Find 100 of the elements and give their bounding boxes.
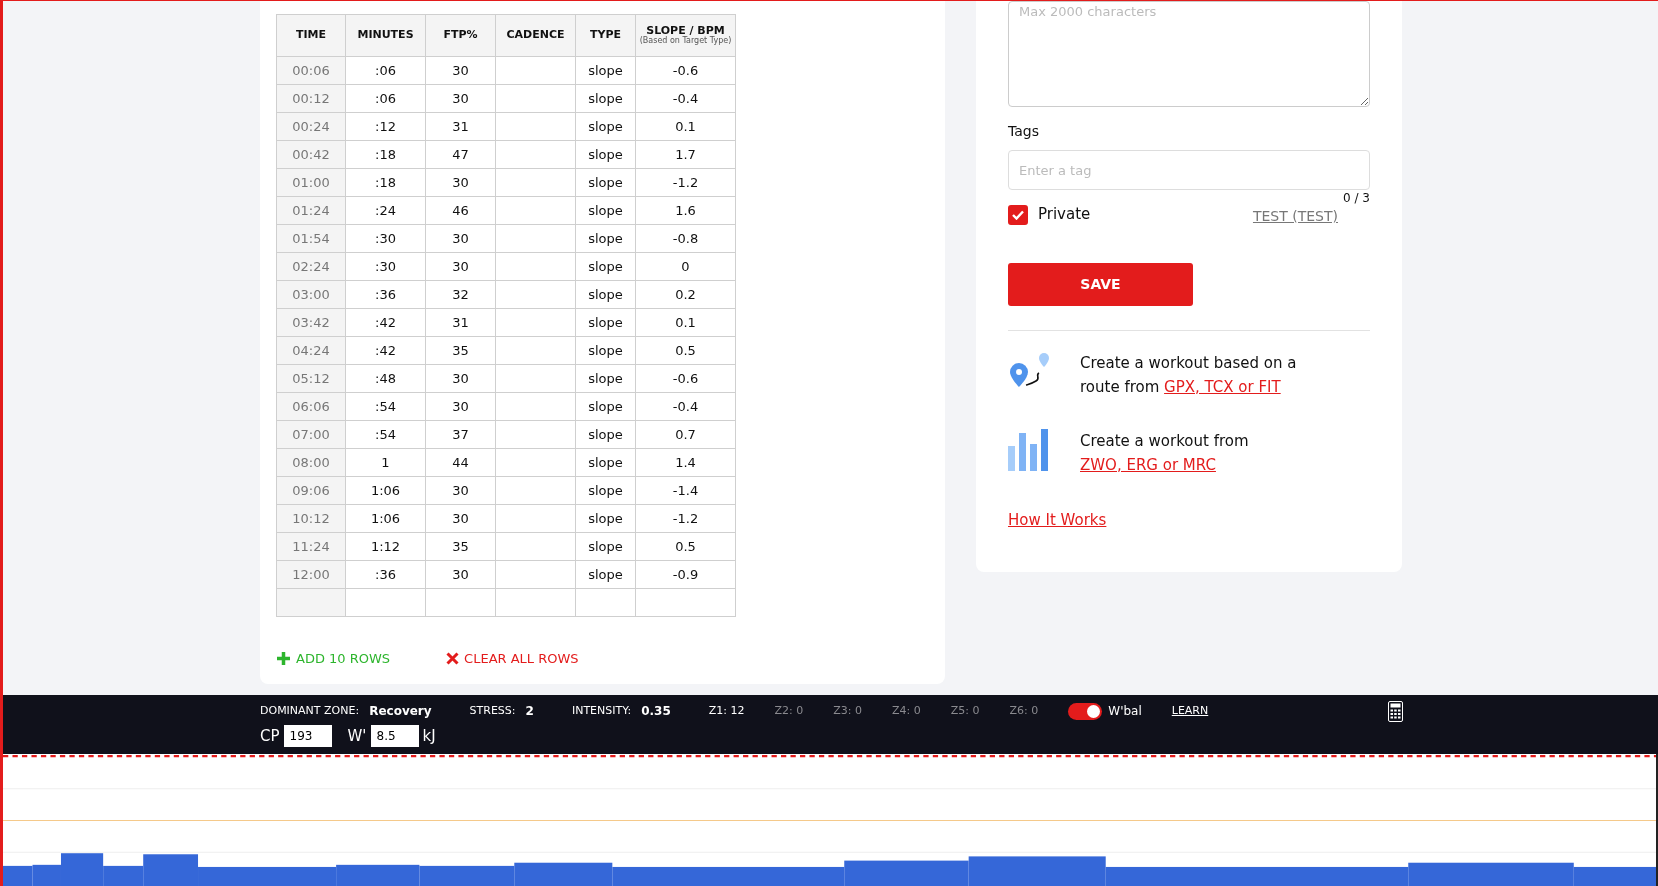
- table-cell[interactable]: :54: [345, 420, 426, 449]
- how-it-works-link[interactable]: How It Works: [1008, 509, 1107, 532]
- table-cell[interactable]: 30: [425, 224, 496, 253]
- table-cell[interactable]: 30: [425, 364, 496, 393]
- table-cell[interactable]: 0.7: [635, 420, 736, 449]
- table-cell[interactable]: slope: [575, 112, 636, 141]
- table-cell[interactable]: 1:06: [345, 476, 426, 505]
- table-cell[interactable]: slope: [575, 56, 636, 85]
- table-cell[interactable]: [495, 560, 576, 589]
- table-cell[interactable]: 44: [425, 448, 496, 477]
- table-cell[interactable]: slope: [575, 196, 636, 225]
- table-cell[interactable]: :42: [345, 308, 426, 337]
- table-cell[interactable]: [495, 140, 576, 169]
- table-cell[interactable]: [495, 364, 576, 393]
- table-cell[interactable]: [495, 280, 576, 309]
- table-cell[interactable]: 32: [425, 280, 496, 309]
- tag-field[interactable]: Enter a tag: [1008, 150, 1370, 190]
- table-cell[interactable]: -1.4: [635, 476, 736, 505]
- table-cell[interactable]: :42: [345, 336, 426, 365]
- table-cell[interactable]: 30: [425, 56, 496, 85]
- table-cell[interactable]: 0.1: [635, 112, 736, 141]
- table-cell[interactable]: 31: [425, 112, 496, 141]
- table-cell[interactable]: 1.6: [635, 196, 736, 225]
- import-link[interactable]: ZWO, ERG or MRC: [1080, 456, 1216, 474]
- wprime-field[interactable]: 8.5: [370, 725, 419, 748]
- author-link[interactable]: TEST (TEST): [1252, 206, 1338, 227]
- table-cell[interactable]: slope: [575, 84, 636, 113]
- table-cell[interactable]: slope: [575, 168, 636, 197]
- table-cell[interactable]: 0.5: [635, 532, 736, 561]
- table-cell[interactable]: [495, 224, 576, 253]
- table-cell[interactable]: [495, 420, 576, 449]
- table-cell[interactable]: -0.6: [635, 364, 736, 393]
- table-cell[interactable]: -0.8: [635, 224, 736, 253]
- table-cell[interactable]: 30: [425, 504, 496, 533]
- table-cell[interactable]: :48: [345, 364, 426, 393]
- table-cell[interactable]: [495, 84, 576, 113]
- table-cell[interactable]: 31: [425, 308, 496, 337]
- table-cell[interactable]: 30: [425, 84, 496, 113]
- table-cell[interactable]: slope: [575, 140, 636, 169]
- table-cell[interactable]: -0.4: [635, 392, 736, 421]
- table-cell[interactable]: slope: [575, 448, 636, 477]
- wbal-toggle[interactable]: [1068, 702, 1103, 720]
- table-cell[interactable]: 1:12: [345, 532, 426, 561]
- table-cell[interactable]: [495, 588, 576, 617]
- table-cell[interactable]: [635, 588, 736, 617]
- table-cell[interactable]: [495, 308, 576, 337]
- table-cell[interactable]: slope: [575, 420, 636, 449]
- table-cell[interactable]: 30: [425, 392, 496, 421]
- table-cell[interactable]: slope: [575, 560, 636, 589]
- table-cell[interactable]: [495, 532, 576, 561]
- table-cell[interactable]: slope: [575, 308, 636, 337]
- table-cell[interactable]: slope: [575, 392, 636, 421]
- table-cell[interactable]: 47: [425, 140, 496, 169]
- table-cell[interactable]: slope: [575, 364, 636, 393]
- table-cell[interactable]: :18: [345, 140, 426, 169]
- table-cell[interactable]: slope: [575, 252, 636, 281]
- table-cell[interactable]: 35: [425, 532, 496, 561]
- table-cell[interactable]: [495, 392, 576, 421]
- import-link[interactable]: GPX, TCX or FIT: [1164, 378, 1281, 396]
- learn-link[interactable]: LEARN: [1171, 702, 1209, 720]
- table-cell[interactable]: -0.9: [635, 560, 736, 589]
- table-cell[interactable]: [575, 588, 636, 617]
- table-cell[interactable]: 30: [425, 476, 496, 505]
- table-cell[interactable]: [495, 168, 576, 197]
- table-cell[interactable]: slope: [575, 532, 636, 561]
- table-cell[interactable]: 0.5: [635, 336, 736, 365]
- table-cell[interactable]: [495, 56, 576, 85]
- table-cell[interactable]: [495, 448, 576, 477]
- table-cell[interactable]: 0.2: [635, 280, 736, 309]
- description-field[interactable]: Max 2000 characters: [1008, 1, 1370, 107]
- table-cell[interactable]: [495, 336, 576, 365]
- table-cell[interactable]: 37: [425, 420, 496, 449]
- table-cell[interactable]: 0: [635, 252, 736, 281]
- table-cell[interactable]: [495, 504, 576, 533]
- table-cell[interactable]: [425, 588, 496, 617]
- table-cell[interactable]: slope: [575, 476, 636, 505]
- table-cell[interactable]: :06: [345, 56, 426, 85]
- table-cell[interactable]: slope: [575, 504, 636, 533]
- save-button[interactable]: SAVE: [1008, 263, 1193, 306]
- table-cell[interactable]: -0.6: [635, 56, 736, 85]
- table-cell[interactable]: -1.2: [635, 168, 736, 197]
- cp-field[interactable]: 193: [283, 725, 332, 748]
- table-cell[interactable]: 30: [425, 560, 496, 589]
- table-cell[interactable]: :12: [345, 112, 426, 141]
- table-cell[interactable]: :30: [345, 224, 426, 253]
- table-cell[interactable]: 1.7: [635, 140, 736, 169]
- table-cell[interactable]: 1: [345, 448, 426, 477]
- table-cell[interactable]: 30: [425, 252, 496, 281]
- table-cell[interactable]: 0.1: [635, 308, 736, 337]
- table-cell[interactable]: 1:06: [345, 504, 426, 533]
- table-cell[interactable]: [495, 196, 576, 225]
- table-cell[interactable]: [495, 476, 576, 505]
- table-cell[interactable]: -1.2: [635, 504, 736, 533]
- table-cell[interactable]: [345, 588, 426, 617]
- table-cell[interactable]: :36: [345, 280, 426, 309]
- table-cell[interactable]: slope: [575, 224, 636, 253]
- table-cell[interactable]: :30: [345, 252, 426, 281]
- table-cell[interactable]: :54: [345, 392, 426, 421]
- table-cell[interactable]: [495, 112, 576, 141]
- calculator-icon[interactable]: [1388, 700, 1403, 722]
